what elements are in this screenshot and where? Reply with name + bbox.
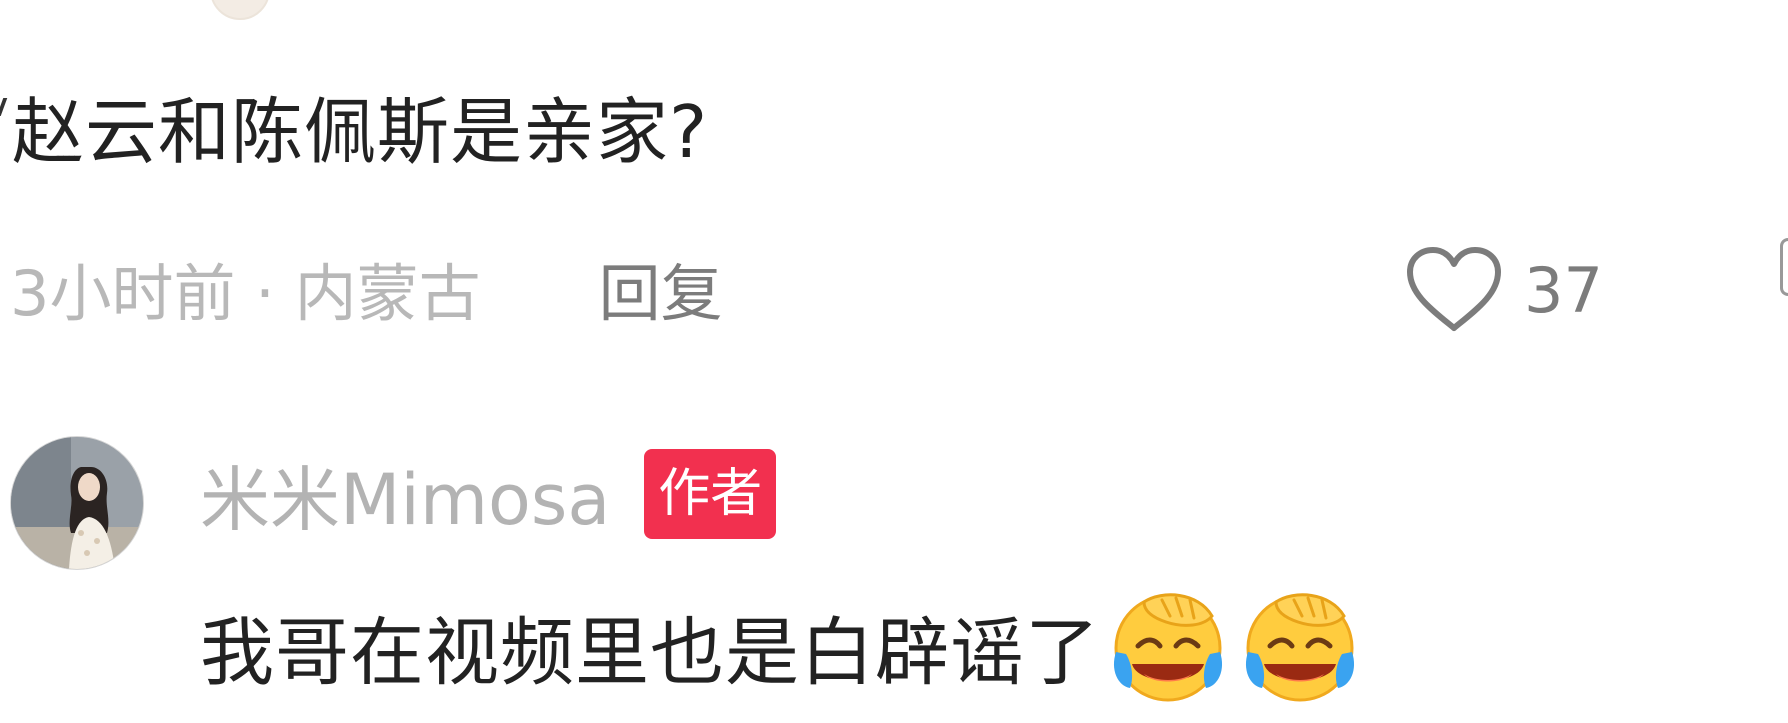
comment-meta-row: 3小时前 · 内蒙古 回复 — [10, 238, 723, 338]
author-row: 米米Mimosa 作者 — [200, 444, 777, 545]
reply-button[interactable]: 回复 — [599, 243, 723, 333]
avatar-photo — [11, 437, 143, 569]
author-badge: 作者 — [644, 449, 777, 539]
like-count: 37 — [1524, 253, 1603, 327]
like-button[interactable]: 37 — [1402, 240, 1603, 340]
heart-outline-icon[interactable] — [1402, 242, 1506, 338]
author-avatar[interactable] — [10, 436, 144, 570]
facepalm-laughing-crying-emoji — [1113, 593, 1223, 702]
author-username[interactable]: 米米Mimosa — [200, 444, 610, 545]
edge-icon-fragment — [1780, 238, 1788, 296]
previous-avatar-fragment — [210, 0, 270, 20]
comment-time-location: 3小时前 · 内蒙古 — [10, 257, 481, 330]
edge-fragment — [0, 98, 8, 116]
author-reply-row: 我哥在视频里也是白辟谣了 — [200, 586, 1364, 706]
comment-text: 赵云和陈佩斯是亲家? — [12, 90, 709, 174]
author-reply-text: 我哥在视频里也是白辟谣了 — [200, 609, 1100, 696]
facepalm-laughing-crying-emoji — [1245, 593, 1355, 702]
